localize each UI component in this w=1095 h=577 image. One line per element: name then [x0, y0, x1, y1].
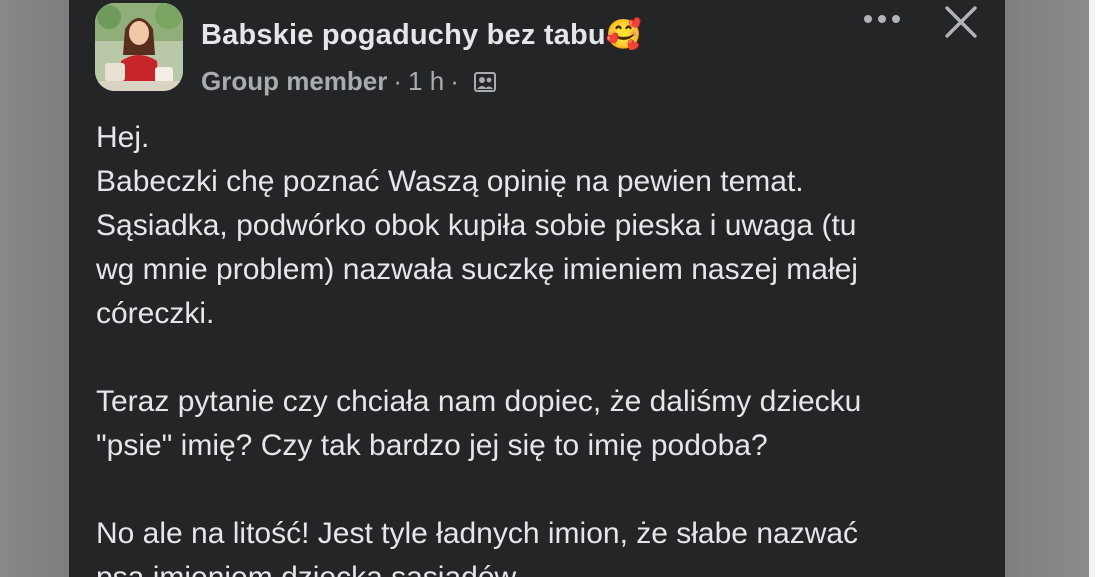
smiling-face-with-hearts-emoji: 🥰	[605, 19, 643, 51]
group-audience-icon	[473, 70, 497, 94]
post-text-line: No ale na litość! Jest tyle ładnych imio…	[96, 517, 859, 550]
screen-rim	[1089, 0, 1095, 577]
group-avatar[interactable]	[95, 3, 183, 91]
more-horizontal-icon	[864, 15, 900, 23]
post-text-line: wg mnie problem) nazwała suczkę imieniem…	[96, 253, 858, 286]
background-right-edge	[1005, 0, 1095, 577]
post-text-line: "psie" imię? Czy tak bardzo jej się to i…	[96, 429, 768, 462]
post-body: Hej. Babeczki chę poznać Waszą opinię na…	[96, 116, 986, 577]
post-text-line: Babeczki chę poznać Waszą opinię na pewi…	[96, 165, 804, 198]
post-text-line: Teraz pytanie czy chciała nam dopiec, że…	[96, 385, 862, 418]
group-avatar-image	[95, 3, 183, 91]
group-name[interactable]: Babskie pogaduchy bez tabu	[201, 19, 606, 51]
more-options-button[interactable]	[859, 4, 905, 34]
post-text-line: Sąsiadka, podwórko obok kupiła sobie pie…	[96, 209, 857, 242]
meta-separator: ·	[450, 66, 459, 96]
close-icon	[945, 6, 977, 38]
author-role: Group member	[201, 66, 388, 96]
post-card: Babskie pogaduchy bez tabu🥰 Group member…	[69, 0, 1005, 577]
post-meta: Group member · 1 h ·	[201, 66, 497, 97]
post-time[interactable]: 1 h	[408, 66, 444, 97]
post-text-line: córeczki.	[96, 297, 215, 330]
group-name-line[interactable]: Babskie pogaduchy bez tabu🥰	[201, 18, 642, 52]
meta-separator: ·	[393, 66, 403, 96]
background-left-edge	[0, 0, 69, 577]
post-text-line: Hej.	[96, 121, 150, 154]
post-text-line: psa imieniem dziecka sąsiadów.	[96, 556, 986, 577]
close-post-button[interactable]	[941, 2, 981, 42]
